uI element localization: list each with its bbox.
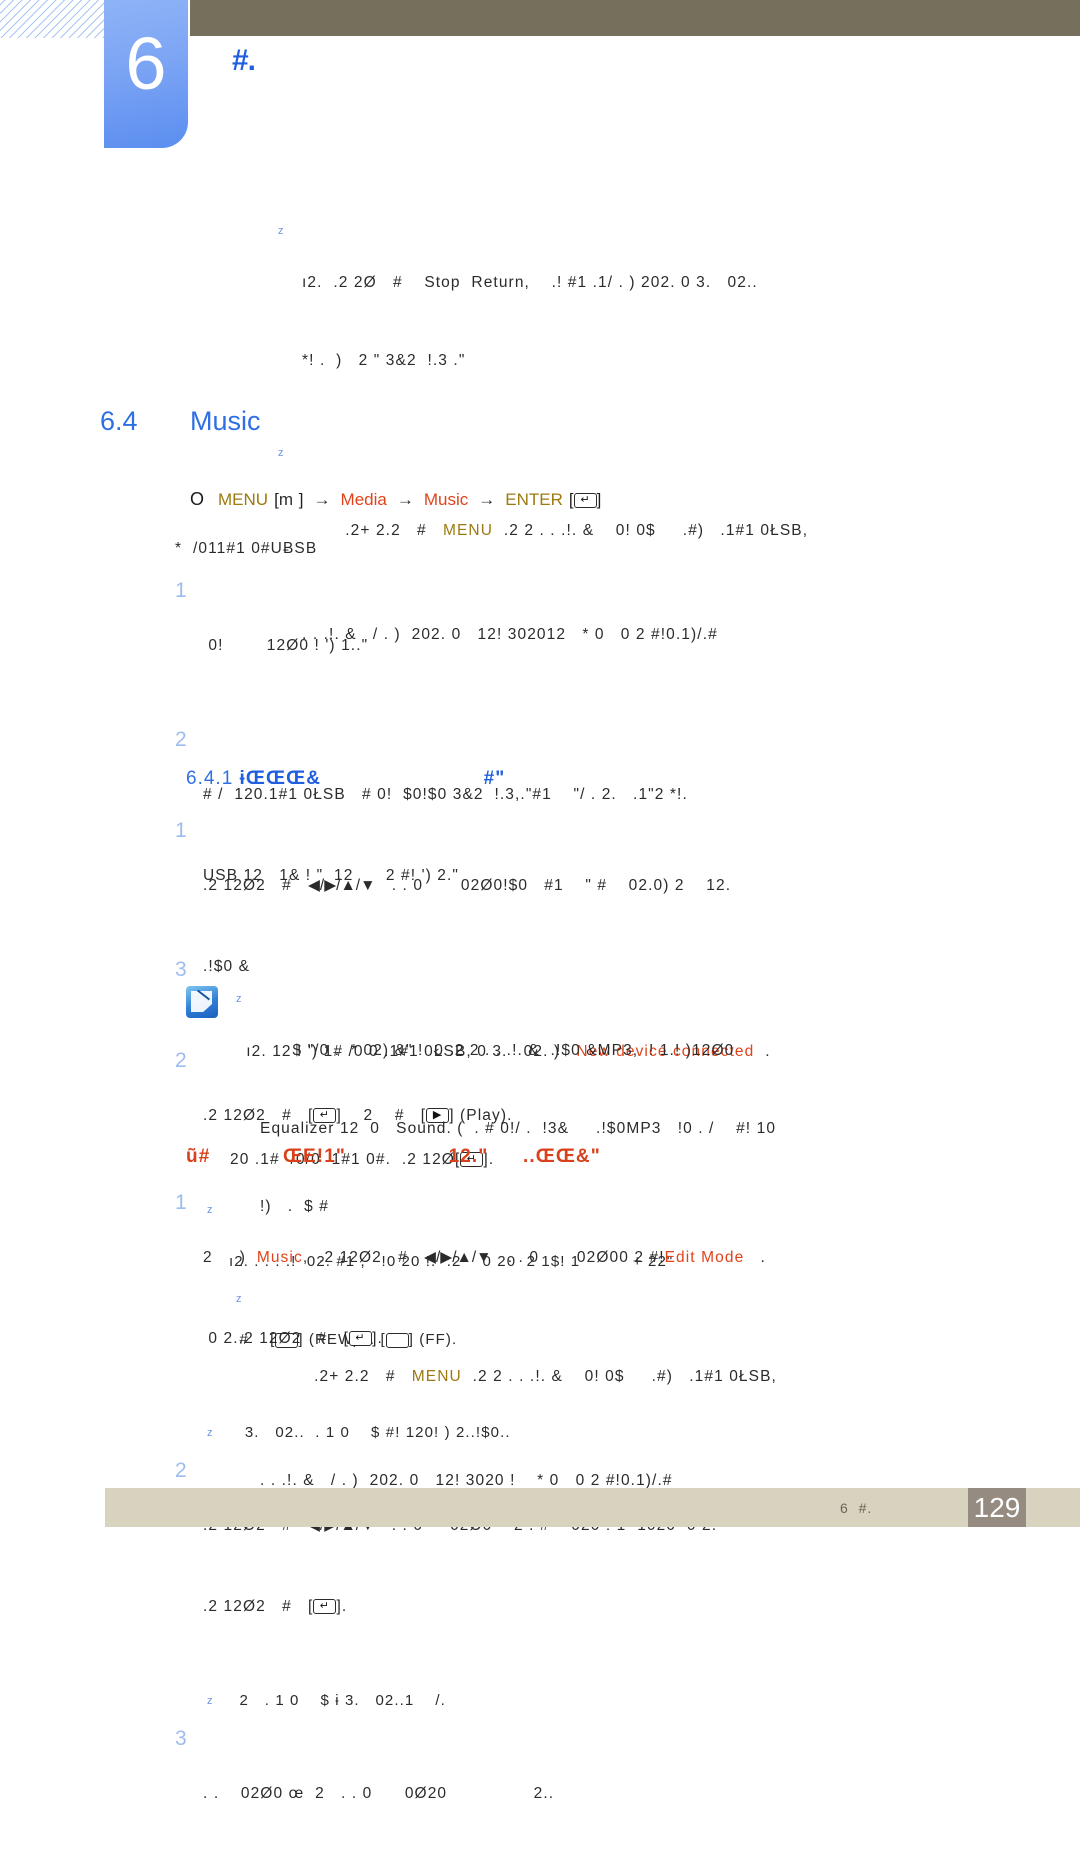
note-text: 3. 02.. . 1 0 $ #! 120! ) 2..!$0.. bbox=[229, 1424, 511, 1441]
step-line: . . 02Ø0 œ 2 . . 0 0Ø20 2.. bbox=[203, 1785, 555, 1802]
direction-arrows-icon: ◀/▶/▲/▼ bbox=[424, 1249, 492, 1266]
chapter-number: 6 bbox=[125, 22, 167, 105]
subsection-heading-2: ũ# ŒE!1" 12." ..ŒŒ&" bbox=[186, 1146, 601, 1168]
note-pencil-icon bbox=[186, 986, 234, 1020]
enter-key-icon: ↵ bbox=[349, 1331, 373, 1347]
note-bullet-icon: z bbox=[278, 225, 284, 237]
note-item: z 3. 02.. . 1 0 $ #! 120! ) 2..!$0.. bbox=[205, 1420, 1080, 1446]
step-item: 3 . . 02Ø0 œ 2 . . 0 0Ø20 2.. bbox=[175, 1726, 1080, 1861]
direction-arrows-icon: ◀/▶/▲/▼ bbox=[308, 877, 376, 894]
step-number: 1 bbox=[175, 1191, 187, 1214]
intro-line: * /011#1 0#UɃSB bbox=[175, 540, 318, 557]
subsection-title-a: ɨŒŒŒ& bbox=[239, 768, 322, 789]
header-brown-bar bbox=[190, 0, 1080, 36]
step-number: 3 bbox=[175, 1727, 187, 1750]
step-item: 1 0! 12Ø0 ! ') 1.." bbox=[175, 578, 1075, 713]
sound-keyword: Sound bbox=[396, 1120, 447, 1137]
step-line: .2 12Ø2 # [↵]. bbox=[203, 1598, 348, 1615]
subsection-number: 6.4.1 bbox=[186, 768, 234, 789]
subheading2-part-c: 12." bbox=[448, 1146, 489, 1167]
footer-bar bbox=[105, 1488, 1080, 1527]
section-number: 6.4 bbox=[100, 406, 138, 436]
menu-key-bracket: [m ] bbox=[274, 489, 304, 509]
arrow-icon: → bbox=[313, 489, 331, 509]
equalizer-keyword: Equalizer bbox=[260, 1120, 335, 1137]
step-text: 0! 12Ø0 ! ') 1.." bbox=[203, 578, 1075, 713]
subheading2-part-d: ..ŒŒ&" bbox=[522, 1146, 601, 1167]
subsection-heading-1: 6.4.1 ɨŒŒŒ& #" bbox=[186, 768, 505, 790]
footer-chapter-label: 6 #. bbox=[840, 1499, 873, 1516]
section-title: Music bbox=[190, 406, 261, 436]
note-item: z 2 . 1 0 $ ɨ 3. 02..1 /. bbox=[205, 1688, 1080, 1714]
enter-key-bracket: [↵] bbox=[343, 1330, 378, 1347]
music-keyword: Music bbox=[256, 1249, 303, 1266]
subheading2-part-b: ŒE!1" bbox=[282, 1146, 347, 1167]
mp3-keyword: MP3 bbox=[626, 1120, 662, 1137]
subsection-title-b: #" bbox=[483, 768, 506, 789]
note-bullet-icon: z bbox=[207, 1695, 213, 1707]
step-number: 1 bbox=[175, 579, 187, 602]
step-item: 1 2 ) Music, .2 12Ø2 # ◀/▶/▲/▼ . . 0 02Ø… bbox=[175, 1190, 1080, 1406]
note-line: *! . ) 2 " 3&2 !.3 ." bbox=[302, 352, 466, 369]
step-text: 2 ) Music, .2 12Ø2 # ◀/▶/▲/▼ . . 0 02Ø00… bbox=[203, 1190, 1080, 1406]
step-line: 2 ) Music, .2 12Ø2 # ◀/▶/▲/▼ . . 0 02Ø00… bbox=[203, 1249, 766, 1266]
note-text: 2 . 1 0 $ ɨ 3. 02..1 /. bbox=[229, 1692, 446, 1709]
subheading2-part-a: ũ# bbox=[186, 1146, 211, 1167]
music-label[interactable]: Music bbox=[424, 490, 468, 510]
menu-keyword: MENU bbox=[442, 522, 494, 539]
bullet-circle-icon: O bbox=[190, 489, 205, 509]
enter-label[interactable]: ENTER bbox=[505, 490, 563, 510]
menu-label[interactable]: MENU bbox=[218, 490, 268, 510]
arrow-icon: → bbox=[478, 489, 496, 509]
arrow-icon: → bbox=[396, 489, 414, 509]
menu-path: O MENU [m ] → Media → Music → ENTER [↵] bbox=[190, 489, 601, 510]
step-line: 0! 12Ø0 ! ') 1.." bbox=[203, 637, 369, 654]
hatch-pattern-decoration bbox=[0, 0, 112, 38]
edit-mode-keyword: Edit Mode bbox=[664, 1249, 745, 1266]
enter-key-bracket: [↵] bbox=[568, 489, 602, 509]
media-label[interactable]: Media bbox=[341, 490, 387, 510]
step-line: .!$0 & bbox=[203, 958, 251, 975]
note-line: ı2. .2 2Ø # Stop Return, .! #1 .1/ . ) 2… bbox=[302, 274, 758, 291]
enter-key-icon: ↵ bbox=[573, 492, 597, 508]
note-bullet-icon: z bbox=[207, 1427, 213, 1439]
note-item: z ı2. .2 2Ø # Stop Return, .! #1 .1/ . )… bbox=[276, 218, 1066, 426]
step-line: .2 12Ø2 # ◀/▶/▲/▼ . . 0 02Ø0!$0 #1 " # 0… bbox=[203, 877, 732, 894]
chapter-title: #. bbox=[232, 44, 256, 77]
step-list-edit-mode: 1 2 ) Music, .2 12Ø2 # ◀/▶/▲/▼ . . 0 02Ø… bbox=[175, 1190, 1080, 1875]
note-line-pre: .2+ 2.2 # bbox=[345, 522, 443, 539]
enter-key-icon: ↵ bbox=[313, 1599, 337, 1615]
note-line: Equalizer 12 0 Sound. ( . # 0!/ . !3& .!… bbox=[260, 1120, 777, 1137]
page-number-box: 129 bbox=[968, 1488, 1026, 1527]
step-line: 0 2..2 12Ø2 # [↵]. bbox=[203, 1330, 383, 1347]
menu-key-icon: m bbox=[278, 489, 295, 509]
note-text: ı2. .2 2Ø # Stop Return, .! #1 .1/ . ) 2… bbox=[302, 218, 1066, 426]
note-line: $ "/0 . * 02) &" ! 0 .2 2 . . .!. & .!$0… bbox=[260, 1042, 735, 1059]
note-line-post: .2 2 . . .!. & 0! 0$ .#) .1#1 0ŁSB, bbox=[493, 522, 809, 539]
page-number: 129 bbox=[973, 1491, 1021, 1523]
step-text: . . 02Ø0 œ 2 . . 0 0Ø20 2.. bbox=[203, 1726, 1080, 1861]
enter-key-bracket: [↵] bbox=[308, 1598, 342, 1615]
